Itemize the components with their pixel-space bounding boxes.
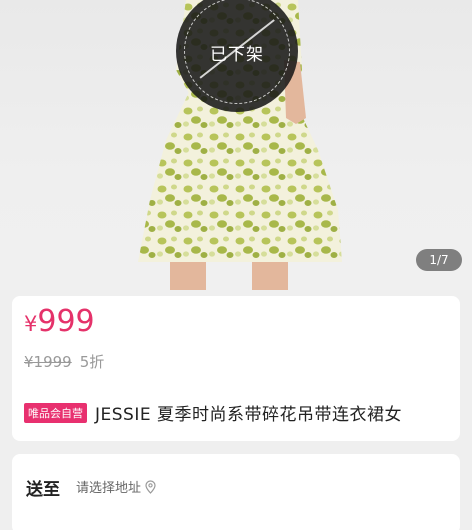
location-pin-icon (145, 479, 156, 494)
original-price-row: ¥1999 5折 (24, 351, 104, 372)
ship-to-label: 送至 (26, 480, 60, 500)
product-title-row: 唯品会自营 JESSIE 夏季时尚系带碎花吊带连衣裙女 (24, 400, 402, 425)
price-row: ¥999 (24, 304, 95, 339)
current-price: 999 (37, 304, 95, 339)
currency-symbol: ¥ (24, 312, 38, 336)
original-price: ¥1999 (24, 353, 72, 371)
discount-label: 5折 (79, 353, 105, 371)
shipping-card[interactable]: 送至 请选择地址 (12, 454, 460, 530)
product-gallery[interactable]: 已下架 1/7 (0, 0, 472, 290)
image-counter: 1/7 (416, 249, 462, 271)
product-title: JESSIE 夏季时尚系带碎花吊带连衣裙女 (95, 405, 402, 425)
address-placeholder: 请选择地址 (76, 481, 142, 496)
price-card: ¥999 ¥1999 5折 唯品会自营 JESSIE 夏季时尚系带碎花吊带连衣裙女 (12, 296, 460, 441)
offline-stamp-label: 已下架 (210, 45, 264, 65)
address-selector[interactable]: 请选择地址 (76, 477, 156, 496)
self-operated-badge: 唯品会自营 (24, 402, 87, 423)
